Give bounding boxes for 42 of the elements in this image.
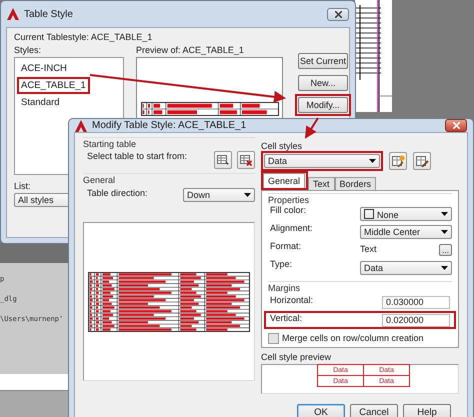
group-heading: General (83, 175, 116, 185)
current-style-label: Current Tablestyle: ACE_TABLE_1 (14, 32, 152, 42)
styles-label: Styles: (14, 45, 42, 55)
direction-dropdown[interactable]: Down (183, 188, 255, 202)
group-heading: Properties (268, 195, 310, 205)
tab[interactable]: General (263, 173, 306, 188)
field-label: Alignment: (270, 223, 313, 233)
tab[interactable]: Text (308, 177, 335, 190)
group-heading: Margins (268, 283, 302, 293)
field-label: Select table to start from: (87, 151, 188, 161)
field-label: Fill color: (270, 205, 306, 215)
field-label: Vertical: (270, 313, 302, 323)
cell-styles-label: Cell styles (261, 141, 302, 151)
browse-button[interactable]: ... (439, 244, 452, 256)
dialog-button[interactable]: Help (403, 404, 451, 417)
field-value: Text (360, 244, 377, 254)
window-title: Table Style (24, 8, 73, 20)
list-item[interactable]: ACE_TABLE_1 (17, 77, 90, 94)
property-dropdown[interactable]: None (360, 207, 452, 221)
window-title: Modify Table Style: ACE_TABLE_1 (92, 120, 246, 131)
cell-preview-label: Cell style preview (261, 352, 332, 362)
dialog-button[interactable]: OK (297, 404, 345, 417)
dialog-button[interactable]: Modify... (298, 97, 348, 113)
property-dropdown[interactable]: Data (360, 261, 452, 275)
property-dropdown[interactable]: Middle Center (360, 225, 452, 239)
dialog-button[interactable]: Cancel (350, 404, 398, 417)
dialog-button[interactable]: Set Current (298, 53, 348, 69)
dialog-button[interactable]: New... (298, 75, 348, 91)
input-field[interactable]: 0.020000 (382, 314, 450, 326)
list-item[interactable]: ACE-INCH (17, 60, 71, 77)
list-item[interactable]: Standard (17, 94, 64, 111)
group-heading: Starting table (83, 139, 138, 149)
tab[interactable]: Borders (334, 177, 376, 190)
preview-label: Preview of: ACE_TABLE_1 (136, 45, 244, 55)
field-label: Format: (270, 241, 302, 251)
cell-styles-dropdown[interactable]: Data (264, 154, 380, 168)
input-field[interactable]: 0.030000 (382, 296, 450, 308)
field-label: Type: (270, 259, 292, 269)
field-label: Horizontal: (270, 295, 314, 305)
checkbox-label: Merge cells on row/column creation (282, 333, 424, 343)
list-label: List: (14, 181, 31, 191)
field-label: Table direction: (87, 188, 148, 198)
